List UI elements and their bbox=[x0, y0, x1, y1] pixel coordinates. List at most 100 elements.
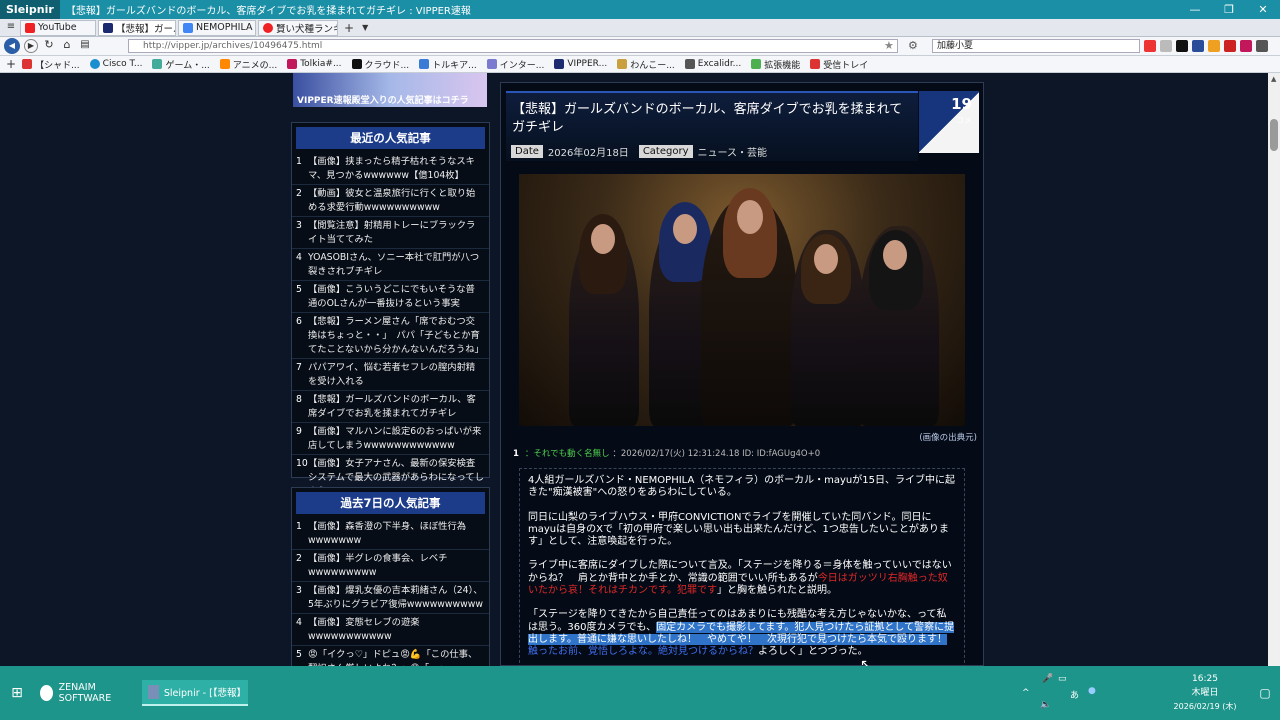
bookmark-item[interactable]: Excalidr... bbox=[684, 59, 741, 69]
close-button[interactable]: ✕ bbox=[1246, 3, 1280, 16]
url-input[interactable]: http://vipper.jp/archives/10496475.html bbox=[128, 39, 898, 53]
search-engine-icon[interactable]: ⚙ bbox=[908, 39, 918, 52]
add-bookmark-icon[interactable]: + bbox=[6, 57, 16, 71]
comment-text: 」と胸を触られたと説明。 bbox=[717, 585, 837, 597]
bookmark-label: ゲーム・... bbox=[165, 60, 210, 71]
bookmark-item[interactable]: ゲーム・... bbox=[152, 58, 210, 71]
ranking-item[interactable]: 4 YOASOBIさん、ソニー本社で肛門が八つ裂きされブチギレ bbox=[292, 249, 489, 281]
rank-title: 【画像】変態セレブの遊楽wwwwwwwwwww bbox=[308, 617, 420, 642]
tab-youtube[interactable]: YouTube bbox=[20, 19, 96, 36]
band-member-face bbox=[814, 244, 838, 274]
article-category[interactable]: ニュース・芸能 bbox=[698, 144, 768, 159]
new-tab-button[interactable]: + bbox=[344, 21, 354, 35]
tab-nemophila[interactable]: NEMOPHILA - ... bbox=[178, 19, 256, 36]
page-scrollbar[interactable]: ▲ bbox=[1268, 73, 1280, 666]
ranking-item[interactable]: 3 【閲覧注意】射精用トレーにブラックライト当ててみた bbox=[292, 217, 489, 249]
bookmark-label: インター... bbox=[499, 60, 545, 71]
ranking-item[interactable]: 8 【悲報】ガールズバンドのボーカル、客席ダイブでお乳を揉まれてガチギレ bbox=[292, 391, 489, 423]
home-icon[interactable]: ⌂ bbox=[60, 39, 74, 53]
ranking-item[interactable]: 6 【悲報】ラーメン屋さん「席でおむつ交換はちょっと・・」 パパ「子どもとか育てた… bbox=[292, 313, 489, 359]
tab-menu-icon[interactable]: ≡ bbox=[4, 21, 18, 35]
bookmark-item[interactable]: VIPPER... bbox=[554, 59, 607, 69]
ranking-item[interactable]: 2 【画像】半グレの食事会、レベチwwwwwwwww bbox=[292, 550, 489, 582]
bookmark-item[interactable]: わんこー... bbox=[617, 58, 675, 71]
ranking-item[interactable]: 5 😡「イクっ♡」ドピュ😡💪「この仕事、翻訳さん厳しいよね？」😩「…」 bbox=[292, 646, 489, 666]
back-icon[interactable]: ◀ bbox=[4, 38, 20, 54]
ranking-item[interactable]: 2 【動画】彼女と温泉旅行に行くと取り始める求愛行動wwwwwwwwww bbox=[292, 185, 489, 217]
rank-title: 【画像】爆乳女優の吉本莉緒さん（24）、5年ぶりにグラビア復帰wwwwwwwww… bbox=[308, 585, 483, 610]
yahoo-icon[interactable] bbox=[1240, 40, 1252, 52]
tab-label: YouTube bbox=[38, 22, 77, 33]
hall-of-fame-banner[interactable]: VIPPER速報殿堂入りの人気記事はコチラ bbox=[293, 73, 487, 107]
rank-title: 😡「イクっ♡」ドピュ😡💪「この仕事、翻訳さん厳しいよね？」😩「…」 bbox=[308, 649, 478, 666]
bookmark-star-icon[interactable]: ★ bbox=[884, 39, 894, 52]
window-title: 【悲報】ガールズバンドのボーカル、客席ダイブでお乳を揉まれてガチギレ : VIP… bbox=[65, 6, 471, 17]
restore-button[interactable]: ❐ bbox=[1212, 3, 1246, 16]
taskbar: ⊞ ZENAIM SOFTWARE Sleipnir - [【悲報】ガ... 🎤… bbox=[0, 666, 1280, 720]
taskbar-app-zenaim[interactable]: ZENAIM SOFTWARE bbox=[34, 680, 138, 706]
bookmark-icon bbox=[486, 59, 497, 69]
comment-paragraph: ライブ中に客席にダイブした際について言及。「ステージを降りる＝身体を触っていいで… bbox=[528, 560, 956, 597]
translate-icon[interactable] bbox=[1256, 40, 1268, 52]
page-icon[interactable] bbox=[1160, 40, 1172, 52]
rank-number: 6 bbox=[296, 316, 302, 327]
forward-icon[interactable]: ▶ bbox=[24, 39, 38, 53]
tab-bar: ≡ YouTube 【悲報】ガールズバ NEMOPHILA - ... 賢い犬種… bbox=[0, 19, 1280, 37]
favorites-icon[interactable]: ▤ bbox=[78, 39, 92, 53]
comment-unit: コメ bbox=[956, 116, 972, 125]
image-credit-link[interactable]: (画像の出典元) bbox=[919, 431, 977, 443]
ranking-item[interactable]: 3 【画像】爆乳女優の吉本莉緒さん（24）、5年ぶりにグラビア復帰wwwwwwww… bbox=[292, 582, 489, 614]
minimize-button[interactable]: — bbox=[1178, 3, 1212, 16]
volume-icon[interactable]: 🔈 bbox=[1040, 700, 1051, 710]
date-label: Date bbox=[511, 145, 543, 158]
bookmark-item[interactable]: Cisco T... bbox=[89, 59, 142, 69]
scrollbar-thumb[interactable] bbox=[1270, 119, 1278, 151]
taskbar-app-sleipnir[interactable]: Sleipnir - [【悲報】ガ... bbox=[142, 680, 248, 706]
ranking-item[interactable]: 9 【画像】マルハンに設定6のおっぱいが来店してしまうwwwwwwwwwwww bbox=[292, 423, 489, 455]
ranking-item[interactable]: 4 【画像】変態セレブの遊楽wwwwwwwwwww bbox=[292, 614, 489, 646]
clock[interactable]: 16:25 木曜日 2026/02/19 (木) bbox=[1160, 672, 1250, 714]
bookmark-item[interactable]: インター... bbox=[486, 58, 545, 71]
ranking-item[interactable]: 1 【画像】挟まったら精子枯れそうなスキマ、見つかるwwwwww【億104枚】 bbox=[292, 153, 489, 185]
comment-text: よろしく」とつづった。 bbox=[758, 646, 868, 658]
scroll-up-icon[interactable]: ▲ bbox=[1271, 75, 1276, 83]
bookmark-item[interactable]: 受信トレイ bbox=[810, 58, 868, 71]
bookmark-item[interactable]: クラウド... bbox=[351, 58, 410, 71]
ime-indicator[interactable]: あ bbox=[1070, 688, 1079, 701]
rakuten-icon[interactable] bbox=[1224, 40, 1236, 52]
windows-start-icon[interactable]: ⊞ bbox=[0, 685, 34, 701]
tab-dog-ranking[interactable]: 賢い犬種ランキン... bbox=[258, 19, 338, 36]
bookmark-icon bbox=[810, 59, 821, 69]
bookmark-item[interactable]: トルキア... bbox=[419, 58, 477, 71]
tab-vipper[interactable]: 【悲報】ガールズバ bbox=[98, 19, 176, 36]
mic-icon[interactable]: 🎤 bbox=[1042, 674, 1053, 684]
news-icon[interactable] bbox=[1192, 40, 1204, 52]
web-page[interactable]: VIPPER速報殿堂入りの人気記事はコチラ 最近の人気記事 1 【画像】挟まったら… bbox=[0, 73, 1268, 666]
ranking-item[interactable]: 1 【画像】森香澄の下半身、ほぼ性行為wwwwwww bbox=[292, 518, 489, 550]
amazon-icon[interactable] bbox=[1208, 40, 1220, 52]
network-icon[interactable]: ● bbox=[1088, 686, 1096, 696]
ranking-item[interactable]: 7 パパアワイ、悩む若者セフレの膣内射精を受け入れる bbox=[292, 359, 489, 391]
bookmark-label: クラウド... bbox=[364, 60, 410, 71]
bookmark-item[interactable]: Tolkia#... bbox=[287, 59, 342, 69]
bookmark-item[interactable]: 拡張機能 bbox=[751, 58, 800, 71]
bookmark-item[interactable]: 【シャド... bbox=[22, 58, 80, 71]
ranking-item[interactable]: 5 【画像】こういうどこにでもいそうな普通のOLさんが一番抜けるという事実 bbox=[292, 281, 489, 313]
comment-count-badge[interactable]: 19 コメ bbox=[919, 91, 979, 153]
article-title[interactable]: 【悲報】ガールズバンドのボーカル、客席ダイブでお乳を揉まれてガチギレ bbox=[506, 93, 908, 137]
bookmark-item[interactable]: アニメの... bbox=[219, 58, 277, 71]
tray-chevron-icon[interactable]: ^ bbox=[1022, 688, 1030, 698]
comment-number: 1 bbox=[513, 449, 519, 459]
bookmark-label: 【シャド... bbox=[35, 60, 80, 71]
bookmark-icon bbox=[684, 59, 695, 69]
tab-list-chevron-icon[interactable]: ▼ bbox=[362, 23, 368, 32]
article-photo[interactable] bbox=[519, 174, 965, 426]
x-icon[interactable] bbox=[1176, 40, 1188, 52]
reload-icon[interactable]: ↻ bbox=[42, 39, 56, 53]
search-input[interactable]: 加藤小夏 bbox=[932, 39, 1140, 53]
notification-icon[interactable]: ▢ bbox=[1250, 686, 1280, 700]
display-icon[interactable]: ▭ bbox=[1058, 674, 1067, 684]
mouse-cursor-icon: ↖ bbox=[860, 657, 872, 666]
comment-paragraph: 同日に山梨のライブハウス・甲府CONVICTIONでライブを開催していた同バンド… bbox=[528, 511, 949, 548]
youtube-icon[interactable] bbox=[1144, 40, 1156, 52]
